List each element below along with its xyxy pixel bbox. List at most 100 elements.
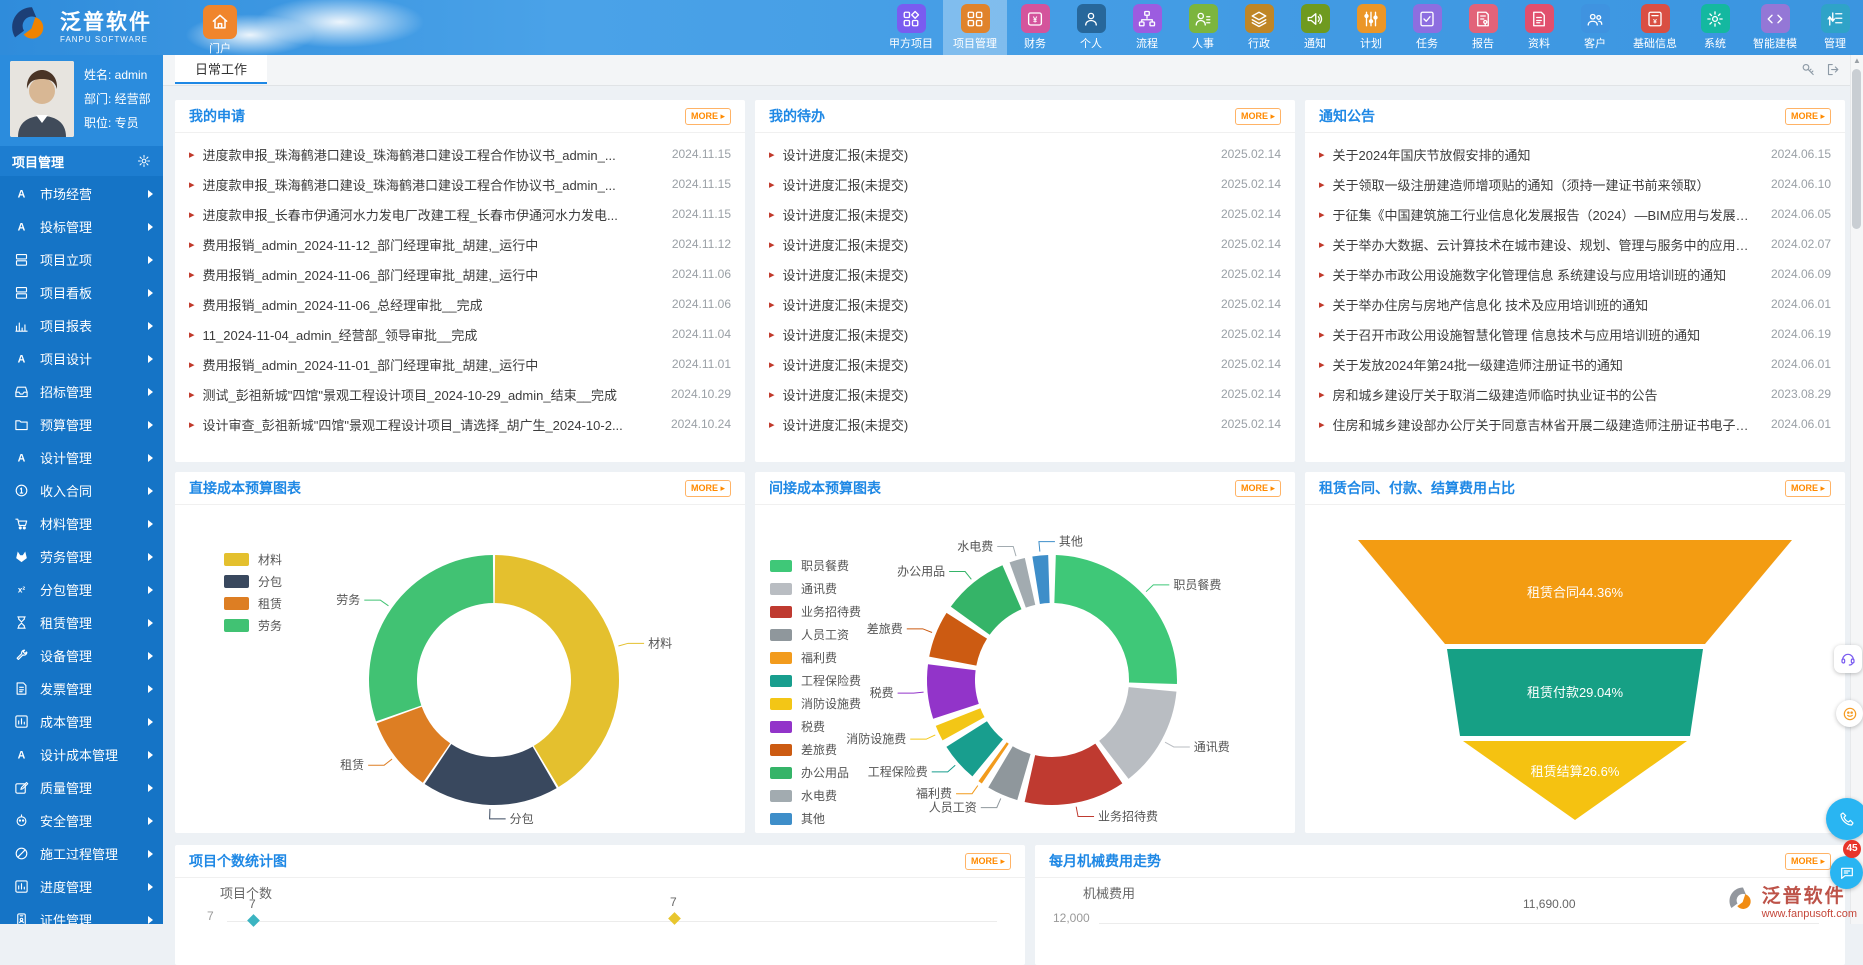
gear-icon[interactable] [137, 154, 151, 168]
key-icon[interactable] [1801, 62, 1816, 77]
module-流程[interactable]: 流程 [1119, 0, 1175, 55]
legend-item[interactable]: 水电费 [770, 784, 861, 807]
module-任务[interactable]: 任务 [1399, 0, 1455, 55]
exit-icon[interactable] [1826, 62, 1841, 77]
list-item[interactable]: ▸设计进度汇报(未提交)2025.02.14 [755, 139, 1295, 169]
more-button[interactable]: MORE ▸ [965, 853, 1011, 870]
list-item[interactable]: ▸进度款申报_珠海鹤港口建设_珠海鹤港口建设工程合作协议书_admin_...2… [175, 139, 745, 169]
legend-item[interactable]: 消防设施费 [770, 692, 861, 715]
list-item[interactable]: ▸进度款申报_长春市伊通河水力发电厂改建工程_长春市伊通河水力发电...2024… [175, 199, 745, 229]
list-item[interactable]: ▸关于领取一级注册建造师增项贴的通知（须持一建证书前来领取）2024.06.10 [1305, 169, 1845, 199]
data-point-marker[interactable] [247, 914, 260, 927]
more-button[interactable]: MORE ▸ [1785, 480, 1831, 497]
list-item[interactable]: ▸关于举办住房与房地产信息化 技术及应用培训班的通知2024.06.01 [1305, 289, 1845, 319]
legend-item[interactable]: 福利费 [770, 646, 861, 669]
data-point-marker[interactable] [668, 912, 681, 925]
donut-segment-通讯费[interactable] [1099, 687, 1176, 779]
list-item[interactable]: ▸测试_彭祖新城"四馆"景观工程设计项目_2024-10-29_admin_结束… [175, 379, 745, 409]
legend-item[interactable]: 通讯费 [770, 577, 861, 600]
module-计划[interactable]: 计划 [1343, 0, 1399, 55]
sidebar-item-劳务管理[interactable]: 劳务管理 [0, 540, 163, 573]
more-button[interactable]: MORE ▸ [1785, 853, 1831, 870]
module-财务[interactable]: ¥财务 [1007, 0, 1063, 55]
legend-item[interactable]: 办公用品 [770, 761, 861, 784]
legend-item[interactable]: 税费 [770, 715, 861, 738]
more-button[interactable]: MORE ▸ [685, 108, 731, 125]
list-item[interactable]: ▸关于发放2024年第24批一级建造师注册证书的通知2024.06.01 [1305, 349, 1845, 379]
chat-button[interactable] [1830, 856, 1863, 889]
more-button[interactable]: MORE ▸ [1235, 480, 1281, 497]
donut-segment-分包[interactable] [425, 744, 557, 805]
module-资料[interactable]: 资料 [1511, 0, 1567, 55]
list-item[interactable]: ▸费用报销_admin_2024-11-01_部门经理审批_胡建,_运行中202… [175, 349, 745, 379]
sidebar-item-租赁管理[interactable]: 租赁管理 [0, 606, 163, 639]
funnel-segment-租赁结算[interactable] [1463, 741, 1687, 820]
legend-item[interactable]: 其他 [770, 807, 861, 830]
sidebar-item-发票管理[interactable]: 发票管理 [0, 672, 163, 705]
sidebar-item-预算管理[interactable]: 预算管理 [0, 408, 163, 441]
module-人事[interactable]: 人事 [1175, 0, 1231, 55]
sidebar-item-项目看板[interactable]: 项目看板 [0, 276, 163, 309]
list-item[interactable]: ▸设计进度汇报(未提交)2025.02.14 [755, 289, 1295, 319]
donut-segment-职员餐费[interactable] [1054, 555, 1177, 684]
service-headset-button[interactable] [1834, 645, 1862, 673]
legend-item[interactable]: 人员工资 [770, 623, 861, 646]
sidebar-item-设备管理[interactable]: 设备管理 [0, 639, 163, 672]
list-item[interactable]: ▸费用报销_admin_2024-11-06_总经理审批__完成2024.11.… [175, 289, 745, 319]
sidebar-item-施工过程管理[interactable]: 施工过程管理 [0, 837, 163, 870]
more-button[interactable]: MORE ▸ [1785, 108, 1831, 125]
sidebar-item-设计成本管理[interactable]: A设计成本管理 [0, 738, 163, 771]
legend-item[interactable]: 分包 [224, 570, 282, 592]
sidebar-item-招标管理[interactable]: 招标管理 [0, 375, 163, 408]
module-报告[interactable]: 报告 [1455, 0, 1511, 55]
sidebar-item-安全管理[interactable]: 安全管理 [0, 804, 163, 837]
sidebar-item-项目报表[interactable]: 项目报表 [0, 309, 163, 342]
sidebar-item-投标管理[interactable]: A投标管理 [0, 210, 163, 243]
list-item[interactable]: ▸设计进度汇报(未提交)2025.02.14 [755, 349, 1295, 379]
sidebar-item-市场经营[interactable]: A市场经营 [0, 177, 163, 210]
portal-button[interactable]: 门户 [198, 3, 242, 55]
module-行政[interactable]: 行政 [1231, 0, 1287, 55]
sidebar-item-项目设计[interactable]: A项目设计 [0, 342, 163, 375]
list-item[interactable]: ▸设计进度汇报(未提交)2025.02.14 [755, 409, 1295, 439]
list-item[interactable]: ▸设计进度汇报(未提交)2025.02.14 [755, 229, 1295, 259]
tab-daily-work[interactable]: 日常工作 [175, 55, 267, 84]
donut-segment-其他[interactable] [1032, 555, 1049, 604]
legend-item[interactable]: 劳务 [224, 614, 282, 636]
list-item[interactable]: ▸设计进度汇报(未提交)2025.02.14 [755, 379, 1295, 409]
sidebar-item-证件管理[interactable]: 证件管理 [0, 903, 163, 924]
module-基础信息[interactable]: ¥基础信息 [1623, 0, 1687, 55]
legend-item[interactable]: 材料 [224, 548, 282, 570]
module-个人[interactable]: 个人 [1063, 0, 1119, 55]
module-系统[interactable]: 系统 [1687, 0, 1743, 55]
list-item[interactable]: ▸费用报销_admin_2024-11-12_部门经理审批_胡建,_运行中202… [175, 229, 745, 259]
donut-segment-人员工资[interactable] [988, 746, 1030, 800]
list-item[interactable]: ▸设计进度汇报(未提交)2025.02.14 [755, 199, 1295, 229]
list-item[interactable]: ▸设计进度汇报(未提交)2025.02.14 [755, 259, 1295, 289]
legend-item[interactable]: 租赁 [224, 592, 282, 614]
module-管理[interactable]: 管理 [1807, 0, 1863, 55]
list-item[interactable]: ▸设计进度汇报(未提交)2025.02.14 [755, 319, 1295, 349]
list-item[interactable]: ▸关于召开市政公用设施智慧化管理 信息技术与应用培训班的通知2024.06.19 [1305, 319, 1845, 349]
more-button[interactable]: MORE ▸ [685, 480, 731, 497]
list-item[interactable]: ▸进度款申报_珠海鹤港口建设_珠海鹤港口建设工程合作协议书_admin_...2… [175, 169, 745, 199]
sidebar-item-进度管理[interactable]: 进度管理 [0, 870, 163, 903]
donut-segment-业务招待费[interactable] [1025, 744, 1123, 805]
legend-item[interactable]: 业务招待费 [770, 600, 861, 623]
list-item[interactable]: ▸费用报销_admin_2024-11-06_部门经理审批_胡建,_运行中202… [175, 259, 745, 289]
module-项目管理[interactable]: 项目管理 [943, 0, 1007, 55]
list-item[interactable]: ▸设计审查_彭祖新城"四馆"景观工程设计项目_请选择_胡广生_2024-10-2… [175, 409, 745, 439]
list-item[interactable]: ▸关于举办大数据、云计算技术在城市建设、规划、管理与服务中的应用培训班...20… [1305, 229, 1845, 259]
module-客户[interactable]: 客户 [1567, 0, 1623, 55]
scrollbar-up-arrow-icon[interactable]: ▲ [1851, 55, 1863, 67]
list-item[interactable]: ▸房和城乡建设厅关于取消二级建造师临时执业证书的公告2023.08.29 [1305, 379, 1845, 409]
donut-segment-劳务[interactable] [369, 555, 493, 721]
module-通知[interactable]: 通知 [1287, 0, 1343, 55]
sidebar-item-分包管理[interactable]: x²分包管理 [0, 573, 163, 606]
donut-segment-税费[interactable] [927, 664, 979, 719]
list-item[interactable]: ▸于征集《中国建筑施工行业信息化发展报告（2024）—BIM应用与发展》材料..… [1305, 199, 1845, 229]
sidebar-item-设计管理[interactable]: A设计管理 [0, 441, 163, 474]
list-item[interactable]: ▸设计进度汇报(未提交)2025.02.14 [755, 169, 1295, 199]
vertical-scrollbar[interactable]: ▲ [1850, 55, 1863, 924]
legend-item[interactable]: 差旅费 [770, 738, 861, 761]
